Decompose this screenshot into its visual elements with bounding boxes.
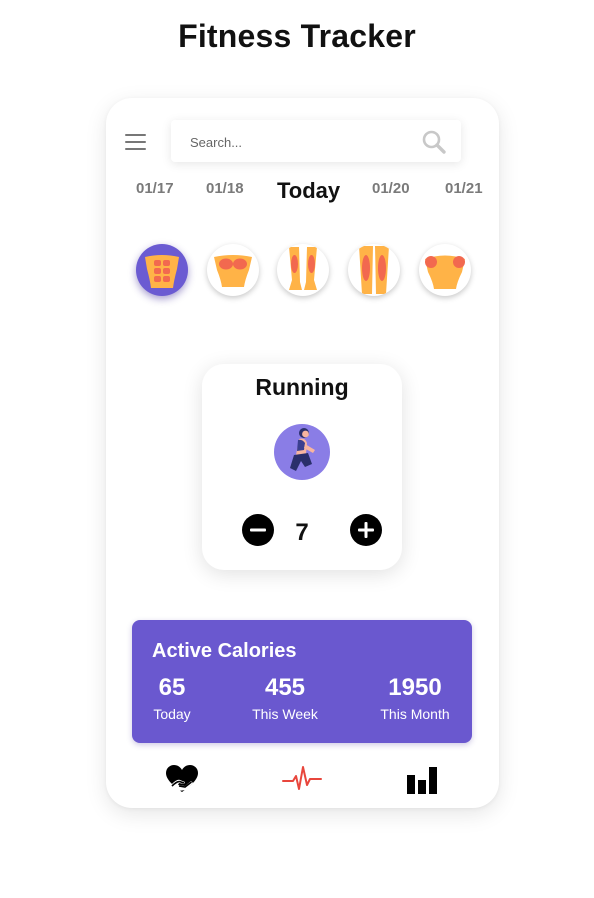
muscle-calves-button[interactable]: [277, 244, 329, 296]
workout-name: Running: [255, 374, 349, 400]
calories-stat-week: 455 This Week: [240, 674, 330, 724]
decrement-button[interactable]: [242, 514, 274, 546]
stat-value: 1950: [388, 674, 442, 701]
date-item[interactable]: 01/17: [136, 180, 174, 197]
search-bar: [171, 120, 461, 164]
workout-card: Running 7: [202, 364, 402, 570]
calves-icon: [289, 247, 317, 290]
runner-icon: [274, 424, 330, 480]
menu-icon[interactable]: [125, 134, 147, 150]
calories-title: Active Calories: [152, 640, 297, 662]
shoulders-icon: [425, 255, 465, 289]
date-item[interactable]: 01/18: [206, 180, 244, 197]
date-item[interactable]: 01/21: [445, 180, 483, 197]
calories-stat-month: 1950 This Month: [368, 674, 462, 724]
stat-label: This Month: [380, 706, 450, 722]
hamstrings-icon: [359, 246, 389, 294]
muscle-chest-button[interactable]: [207, 244, 259, 296]
muscle-hamstrings-button[interactable]: [348, 244, 400, 296]
stat-label: This Week: [252, 706, 318, 722]
heartbeat-icon[interactable]: [282, 763, 322, 795]
increment-button[interactable]: [350, 514, 382, 546]
rep-count: 7: [295, 519, 309, 546]
muscle-shoulders-button[interactable]: [419, 244, 471, 296]
stat-value: 65: [158, 674, 186, 701]
search-input[interactable]: [171, 120, 432, 164]
chest-icon: [214, 255, 252, 287]
date-item[interactable]: 01/20: [372, 180, 410, 197]
abs-icon: [145, 255, 179, 288]
date-selector: 01/17 01/18 Today 01/20 01/21: [106, 176, 499, 210]
app-screen: 01/17 01/18 Today 01/20 01/21: [106, 98, 499, 808]
heart-hand-icon[interactable]: [164, 763, 200, 795]
stat-label: Today: [153, 706, 191, 722]
date-item-today[interactable]: Today: [277, 178, 340, 204]
muscle-abs-button[interactable]: [136, 244, 188, 296]
bar-chart-icon[interactable]: [406, 763, 438, 795]
active-calories-panel: Active Calories 65 Today 455 This Week 1…: [132, 620, 472, 743]
muscle-group-selector: [106, 244, 499, 296]
calories-stat-today: 65 Today: [144, 674, 200, 724]
search-icon[interactable]: [421, 129, 447, 155]
page-title: Fitness Tracker: [178, 18, 416, 54]
stat-value: 455: [264, 674, 306, 701]
